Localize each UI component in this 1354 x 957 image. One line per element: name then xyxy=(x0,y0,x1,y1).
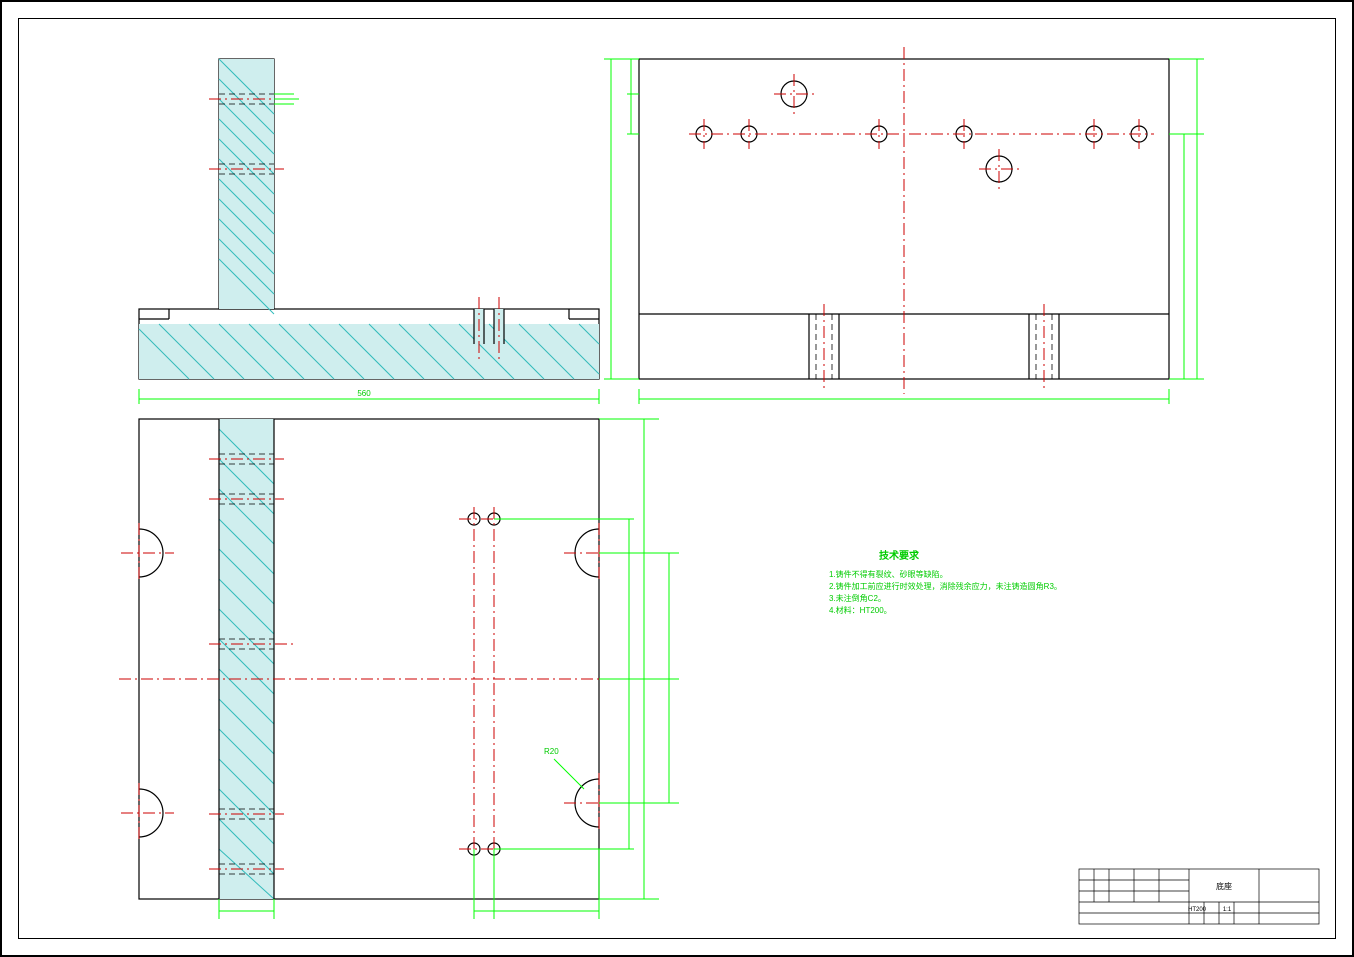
top-view: R20 xyxy=(119,419,679,919)
tech-req-title: 技术要求 xyxy=(879,549,920,562)
tech-req-line4: 4.材料：HT200。 xyxy=(829,605,892,615)
drawing-sheet: 560 xyxy=(0,0,1354,957)
drawing-frame: 560 xyxy=(18,18,1336,939)
front-view: 560 xyxy=(139,59,599,404)
dim-front-width: 560 xyxy=(357,389,371,398)
drawing-canvas: 560 xyxy=(19,19,1337,940)
tech-req-line2: 2.铸件加工前应进行时效处理，消除残余应力，未注铸造圆角R3。 xyxy=(829,581,1062,591)
scale-label: 1:1 xyxy=(1223,907,1232,913)
title-block: 底座 HT200 1:1 xyxy=(1079,869,1319,924)
tech-req-line3: 3.未注倒角C2。 xyxy=(829,593,886,603)
dim-r20: R20 xyxy=(544,747,559,756)
tech-req-line1: 1.铸件不得有裂纹、砂眼等缺陷。 xyxy=(829,569,948,579)
bolt-holes xyxy=(689,119,1154,149)
material-label: HT200 xyxy=(1188,907,1207,913)
right-view xyxy=(604,47,1204,404)
technical-requirements: 技术要求 1.铸件不得有裂纹、砂眼等缺陷。 2.铸件加工前应进行时效处理，消除残… xyxy=(829,549,1062,615)
part-name: 底座 xyxy=(1216,881,1232,891)
